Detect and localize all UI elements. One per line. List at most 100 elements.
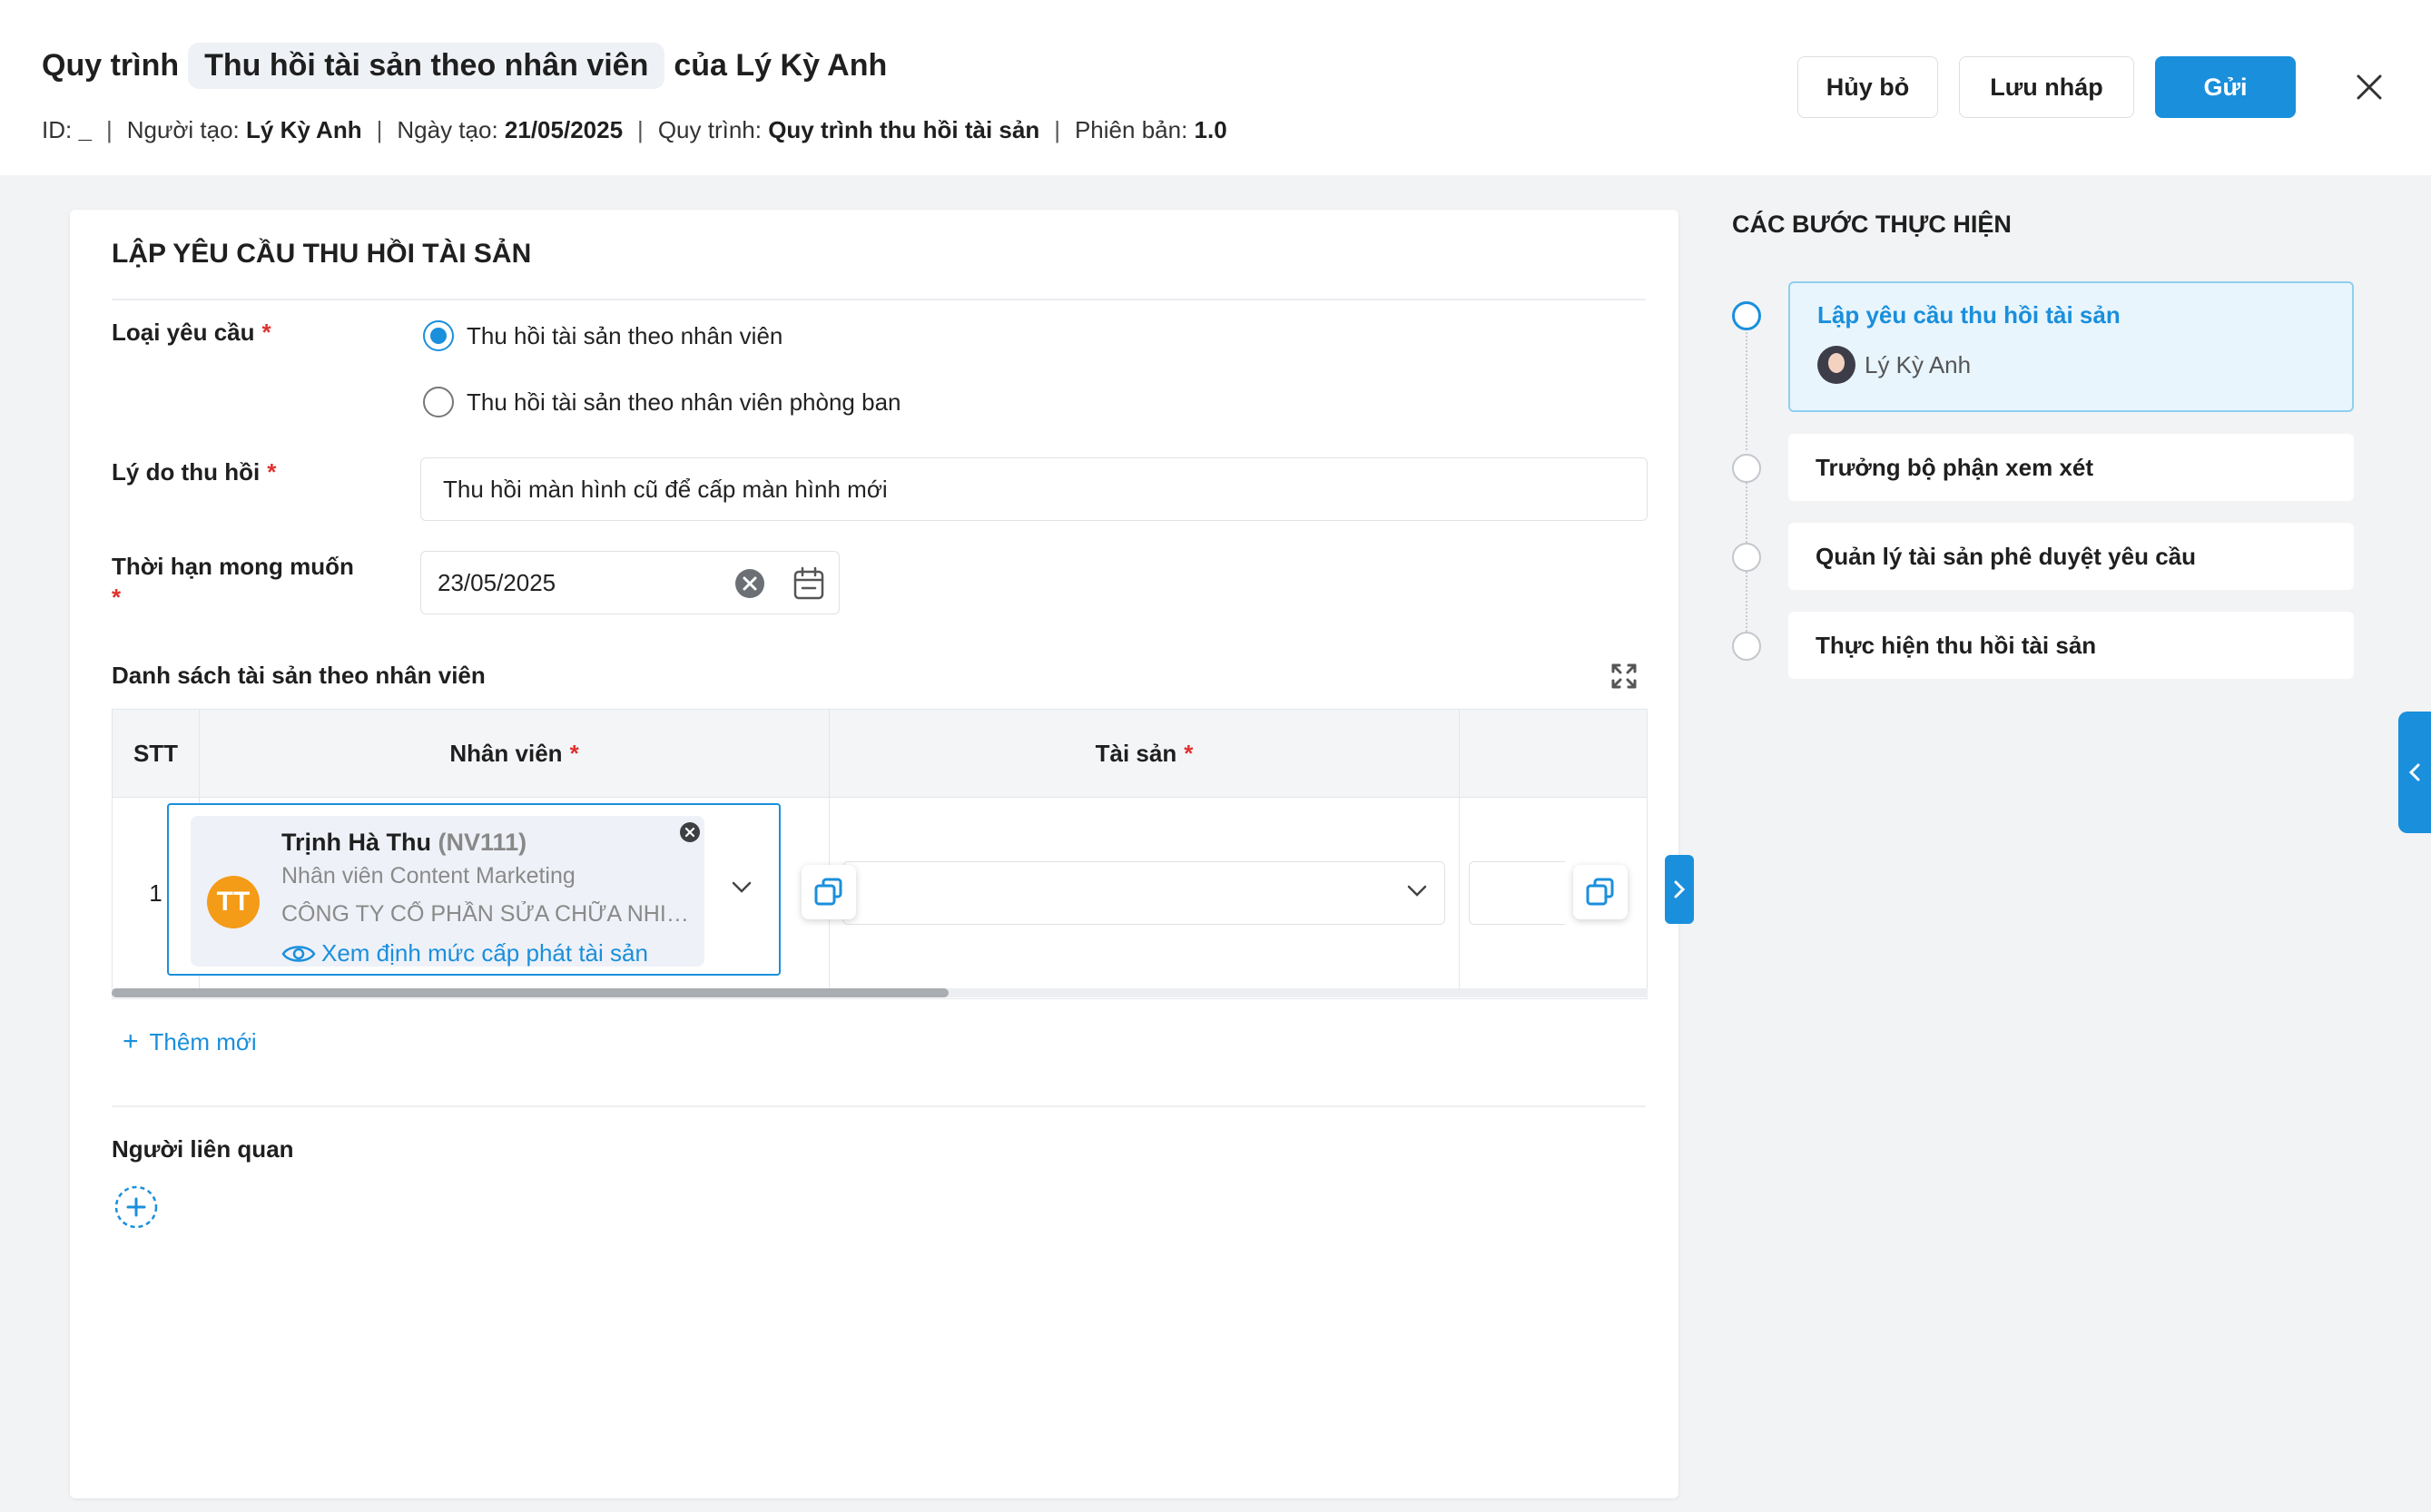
chevron-left-icon [2408, 763, 2420, 781]
step-item[interactable]: Quản lý tài sản phê duyệt yêu cầu [1788, 523, 2354, 590]
employee-role: Nhân viên Content Marketing [281, 863, 576, 889]
step-connector [1746, 332, 1747, 450]
column-header-stt: STT [113, 710, 200, 797]
radio-option-label: Thu hồi tài sản theo nhân viên phòng ban [467, 388, 901, 416]
column-header-employee: Nhân viên * [200, 710, 830, 797]
column-header-asset-label: Tài sản [1095, 739, 1177, 767]
employee-name: Trịnh Hà Thu (NV111) [281, 829, 527, 857]
copy-glyph-icon [1586, 878, 1614, 906]
meta-id-label: ID: [42, 116, 73, 143]
step-user-name: Lý Kỳ Anh [1865, 350, 1972, 378]
page-title: Quy trình Thu hồi tài sản theo nhân viên… [42, 40, 887, 91]
required-mark: * [267, 458, 277, 486]
close-icon[interactable] [2353, 71, 2386, 103]
copy-icon[interactable] [802, 865, 856, 919]
reason-input[interactable]: Thu hồi màn hình cũ để cấp màn hình mới [420, 457, 1648, 521]
meta-separator: | [1054, 116, 1060, 143]
scroll-right-button[interactable] [1665, 855, 1694, 924]
employee-code: (NV111) [438, 829, 527, 856]
eye-icon [281, 945, 316, 962]
step-label: Lập yêu cầu thu hồi tài sản [1817, 301, 2121, 329]
employee-company: CÔNG TY CỔ PHẦN SỬA CHỮA NHIỆT... [281, 901, 690, 927]
deadline-date-input[interactable]: 23/05/2025 [420, 551, 840, 614]
expand-icon[interactable] [1609, 662, 1639, 691]
meta-date-label: Ngày tạo: [397, 116, 498, 143]
chevron-right-icon [1674, 880, 1686, 898]
column-header-extra [1460, 710, 1647, 797]
title-prefix: Quy trình [42, 47, 180, 83]
related-people-title: Người liên quan [112, 1135, 294, 1163]
step-dot [1732, 454, 1761, 483]
extra-input[interactable] [1469, 861, 1565, 925]
meta-separator: | [376, 116, 383, 143]
deadline-value: 23/05/2025 [438, 568, 556, 596]
employee-name-text: Trịnh Hà Thu [281, 829, 431, 856]
radio-option-label: Thu hồi tài sản theo nhân viên [467, 321, 783, 349]
employee-select[interactable]: TT Trịnh Hà Thu (NV111) Nhân viên Conten… [167, 803, 781, 976]
step-active-dot [1732, 301, 1761, 330]
column-header-asset: Tài sản * [830, 710, 1460, 797]
meta-date-value: 21/05/2025 [504, 116, 624, 143]
remove-employee-icon[interactable] [679, 821, 701, 843]
divider [112, 1105, 1646, 1107]
header: Quy trình Thu hồi tài sản theo nhân viên… [0, 0, 2431, 175]
add-new-button[interactable]: + Thêm mới [123, 1026, 257, 1057]
form-card: LẬP YÊU CẦU THU HỒI TÀI SẢN Loại yêu cầu… [70, 210, 1678, 1498]
view-allocation-link-text: Xem định mức cấp phát tài sản [321, 939, 648, 967]
cancel-button[interactable]: Hủy bỏ [1797, 56, 1938, 118]
avatar [1817, 346, 1855, 384]
column-header-employee-label: Nhân viên [449, 739, 563, 767]
view-allocation-link[interactable]: Xem định mức cấp phát tài sản [281, 939, 648, 967]
meta-process-value: Quy trình thu hồi tài sản [768, 116, 1040, 143]
required-mark: * [569, 739, 579, 767]
step-item[interactable]: Trưởng bộ phận xem xét [1788, 434, 2354, 501]
divider [112, 299, 1646, 300]
title-chip: Thu hồi tài sản theo nhân viên [188, 42, 665, 89]
step-connector [1746, 483, 1747, 543]
reason-label-text: Lý do thu hồi [112, 458, 261, 486]
table-cell-asset [830, 797, 1460, 989]
meta-separator: | [637, 116, 644, 143]
required-mark: * [112, 584, 122, 611]
meta-version-value: 1.0 [1194, 116, 1227, 143]
collapse-panel-tab[interactable] [2398, 712, 2431, 833]
chevron-down-icon [1407, 885, 1427, 897]
employee-card: TT Trịnh Hà Thu (NV111) Nhân viên Conten… [191, 816, 704, 967]
meta-creator-value: Lý Kỳ Anh [246, 116, 362, 143]
meta-process-label: Quy trình: [657, 116, 762, 143]
asset-list-title: Danh sách tài sản theo nhân viên [112, 662, 486, 689]
step-item[interactable]: Thực hiện thu hồi tài sản [1788, 612, 2354, 679]
table-scrollbar-thumb[interactable] [112, 988, 949, 997]
radio-option-employee[interactable]: Thu hồi tài sản theo nhân viên [423, 320, 782, 351]
steps-title: CÁC BƯỚC THỰC HIỆN [1732, 211, 2012, 238]
add-person-icon[interactable] [113, 1184, 159, 1230]
step-connector [1746, 572, 1747, 632]
step-user: Lý Kỳ Anh [1817, 346, 2325, 384]
request-type-label-text: Loại yêu cầu [112, 319, 255, 346]
radio-unchecked-icon [423, 387, 454, 417]
save-draft-button[interactable]: Lưu nháp [1959, 56, 2134, 118]
plus-icon: + [123, 1026, 139, 1056]
deadline-label-text: Thời hạn mong muốn [112, 553, 354, 580]
radio-checked-icon [423, 320, 454, 351]
send-button[interactable]: Gửi [2155, 56, 2296, 118]
radio-option-department[interactable]: Thu hồi tài sản theo nhân viên phòng ban [423, 387, 901, 417]
meta-row: ID: _ | Người tạo: Lý Kỳ Anh | Ngày tạo:… [42, 116, 1227, 144]
avatar: TT [207, 876, 260, 928]
add-new-label: Thêm mới [149, 1027, 257, 1055]
copy-icon[interactable] [1573, 865, 1628, 919]
copy-glyph-icon [814, 878, 842, 906]
reason-label: Lý do thu hồi * [112, 458, 276, 486]
meta-creator-label: Người tạo: [126, 116, 240, 143]
step-dot [1732, 632, 1761, 661]
calendar-icon[interactable] [792, 566, 825, 601]
meta-separator: | [105, 116, 113, 143]
required-mark: * [1184, 739, 1194, 767]
asset-select[interactable] [842, 861, 1445, 925]
request-type-label: Loại yêu cầu * [112, 319, 271, 347]
step-dot [1732, 543, 1761, 572]
required-mark: * [261, 319, 271, 346]
clear-date-icon[interactable] [734, 568, 765, 599]
step-item[interactable]: Lập yêu cầu thu hồi tài sản Lý Kỳ Anh [1788, 281, 2354, 412]
deadline-label: Thời hạn mong muốn * [112, 551, 384, 613]
